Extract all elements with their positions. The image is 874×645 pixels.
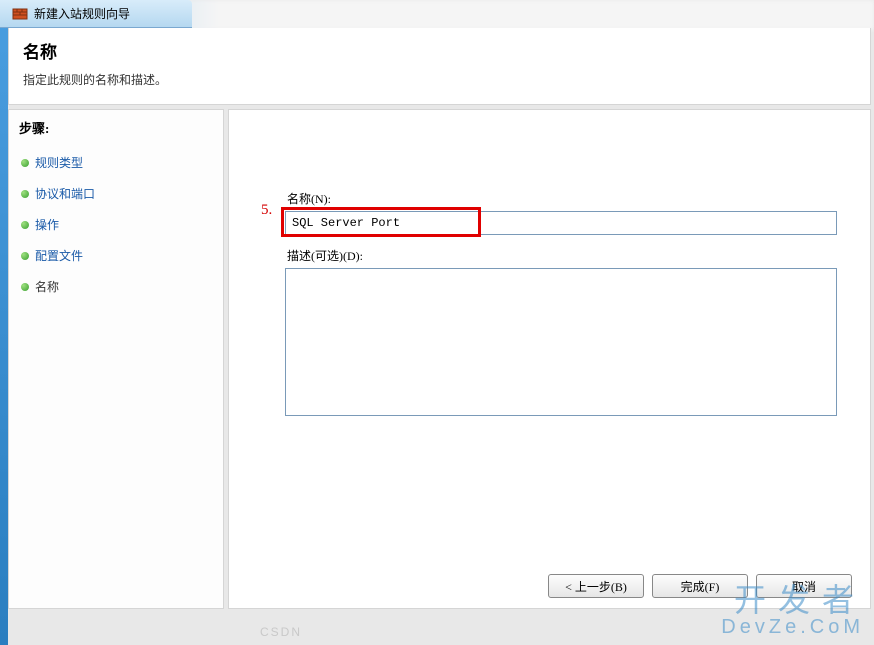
wizard-header: 名称 指定此规则的名称和描述。 (8, 28, 871, 105)
description-textarea[interactable] (285, 268, 837, 416)
steps-sidebar: 步骤: 规则类型 协议和端口 操作 配置文件 名称 (8, 109, 224, 609)
titlebar: 新建入站规则向导 (0, 0, 192, 28)
sidebar-item-label: 名称 (35, 278, 59, 295)
bullet-icon (21, 283, 29, 291)
annotation-number: 5. (261, 202, 272, 219)
sidebar-item-protocol-port[interactable]: 协议和端口 (19, 178, 213, 209)
bullet-icon (21, 159, 29, 167)
description-label: 描述(可选)(D): (287, 247, 842, 264)
main-content: 5. 名称(N): 描述(可选)(D): < 上一步(B) 完成(F) 取消 (228, 109, 871, 609)
finish-button[interactable]: 完成(F) (652, 574, 748, 598)
page-title: 名称 (23, 38, 856, 63)
sidebar-item-name[interactable]: 名称 (19, 271, 213, 302)
bullet-icon (21, 190, 29, 198)
name-input[interactable] (285, 211, 837, 235)
page-subtitle: 指定此规则的名称和描述。 (23, 71, 856, 88)
sidebar-item-profile[interactable]: 配置文件 (19, 240, 213, 271)
cancel-button[interactable]: 取消 (756, 574, 852, 598)
sidebar-item-label: 操作 (35, 216, 59, 233)
watermark-faded: CSDN (260, 625, 302, 639)
sidebar-item-action[interactable]: 操作 (19, 209, 213, 240)
sidebar-item-label: 协议和端口 (35, 185, 95, 202)
watermark-sub: DevZe.CoM (721, 616, 864, 639)
name-label: 名称(N): (287, 190, 842, 207)
window-title: 新建入站规则向导 (34, 5, 130, 22)
sidebar-item-label: 规则类型 (35, 154, 83, 171)
window-left-border (0, 0, 8, 645)
sidebar-item-label: 配置文件 (35, 247, 83, 264)
bullet-icon (21, 252, 29, 260)
bullet-icon (21, 221, 29, 229)
wizard-button-row: < 上一步(B) 完成(F) 取消 (548, 574, 852, 598)
back-button[interactable]: < 上一步(B) (548, 574, 644, 598)
steps-heading: 步骤: (19, 118, 213, 137)
firewall-icon (12, 6, 28, 22)
sidebar-item-rule-type[interactable]: 规则类型 (19, 147, 213, 178)
